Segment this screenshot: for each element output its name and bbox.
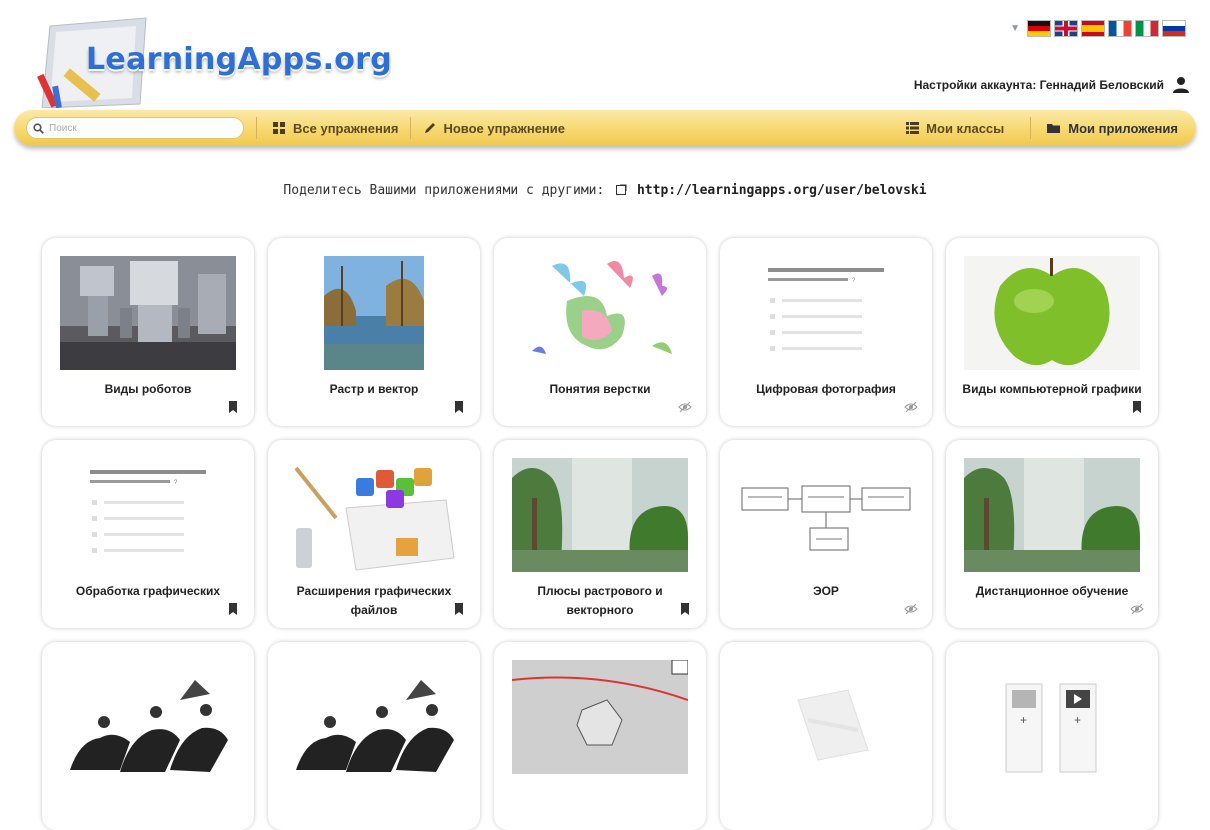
app-card[interactable]: Расширения графических файлов [268,440,480,628]
app-thumbnail[interactable]: ? [738,256,914,370]
bookmark-icon [226,602,240,616]
share-line: Поделитесь Вашими приложениями с другими… [0,183,1210,198]
app-thumbnail[interactable] [286,458,462,572]
folder-icon [1047,124,1061,133]
app-title[interactable]: Виды компьютерной графики [962,380,1142,399]
flag-gb-icon[interactable] [1054,20,1078,37]
pencil-icon [425,122,436,133]
nav-my-classes[interactable]: Мои классы [906,121,1004,136]
list-icon [906,122,920,134]
search-box[interactable] [26,117,244,139]
app-thumbnail[interactable] [738,660,914,774]
logo[interactable]: LearningApps.org [30,12,420,112]
bookmark-icon [678,602,692,616]
app-card[interactable]: ? Обработка графических [42,440,254,628]
app-thumbnail[interactable] [738,458,914,572]
eye-slash-icon [1130,602,1144,616]
eye-slash-icon [904,400,918,414]
bookmark-icon [1130,400,1144,414]
external-link-icon [616,184,627,195]
app-card[interactable]: ЭОР [720,440,932,628]
nav-divider [256,117,257,139]
app-thumbnail[interactable] [964,256,1140,370]
app-card[interactable]: Виды компьютерной графики [946,238,1158,426]
app-card[interactable]: Плюсы растрового и векторного [494,440,706,628]
account-label[interactable]: Настройки аккаунта: Геннадий Беловский [914,78,1164,92]
bookmark-icon [452,602,466,616]
search-input[interactable] [47,121,231,135]
app-card[interactable]: Понятия верстки [494,238,706,426]
nav-my-apps-label: Мои приложения [1068,120,1178,136]
app-title[interactable]: Растр и вектор [284,380,464,399]
app-thumbnail[interactable]: + + [964,660,1140,774]
app-title[interactable]: Обработка графических [58,582,238,601]
app-card[interactable] [494,642,706,830]
search-icon [33,122,44,134]
svg-text:+: + [1020,713,1027,727]
app-thumbnail[interactable] [512,660,688,774]
bookmark-icon [226,400,240,414]
app-title[interactable]: Цифровая фотография [736,380,916,399]
eye-slash-icon [904,602,918,616]
app-title[interactable]: Дистанционное обучение [962,582,1142,601]
app-thumbnail[interactable] [964,458,1140,572]
app-thumbnail[interactable] [286,256,462,370]
nav-new-exercise-label: Новое упражнение [443,120,566,136]
app-card[interactable]: + + [946,642,1158,830]
app-title[interactable]: Понятия верстки [510,380,690,399]
language-switcher[interactable]: ▼ [1010,20,1186,37]
app-card[interactable] [720,642,932,830]
share-url-link[interactable]: http://learningapps.org/user/belovski [637,183,927,198]
user-icon[interactable] [1172,76,1190,94]
bookmark-icon [452,400,466,414]
app-card[interactable]: Виды роботов [42,238,254,426]
nav-all-exercises-label: Все упражнения [293,120,399,136]
flag-fr-icon[interactable] [1108,20,1132,37]
app-card[interactable] [42,642,254,830]
nav-divider [410,117,412,139]
logo-text: LearningApps.org [86,42,393,77]
chevron-down-icon[interactable]: ▼ [1010,23,1020,34]
flag-ru-icon[interactable] [1162,20,1186,37]
app-title[interactable]: Плюсы растрового и векторного [510,582,690,620]
app-title[interactable]: Виды роботов [58,380,238,399]
app-card[interactable]: Растр и вектор [268,238,480,426]
app-thumbnail[interactable] [286,660,462,774]
flag-it-icon[interactable] [1135,20,1159,37]
svg-text:+: + [1074,713,1081,727]
app-card[interactable]: ? Цифровая фотография [720,238,932,426]
app-thumbnail[interactable] [60,256,236,370]
eye-slash-icon [678,400,692,414]
nav-my-classes-label: Мои классы [926,120,1005,136]
nav-divider [1030,117,1032,139]
app-title[interactable]: Расширения графических файлов [284,582,464,620]
share-text: Поделитесь Вашими приложениями с другими… [283,183,605,198]
grid-icon [273,122,285,134]
account-settings[interactable]: Настройки аккаунта: Геннадий Беловский [914,76,1190,94]
nav-my-apps[interactable]: Мои приложения [1047,121,1178,136]
app-title[interactable]: ЭОР [736,582,916,601]
app-card[interactable] [268,642,480,830]
flag-es-icon[interactable] [1081,20,1105,37]
nav-new-exercise[interactable]: Новое упражнение [423,121,565,136]
nav-all-exercises[interactable]: Все упражнения [273,121,398,136]
app-thumbnail[interactable] [512,256,688,370]
flag-de-icon[interactable] [1027,20,1051,37]
app-card[interactable]: Дистанционное обучение [946,440,1158,628]
app-thumbnail[interactable] [512,458,688,572]
app-thumbnail[interactable]: ? [60,458,236,572]
app-thumbnail[interactable] [60,660,236,774]
main-navbar: Все упражнения Новое упражнение Мои клас… [14,110,1196,146]
